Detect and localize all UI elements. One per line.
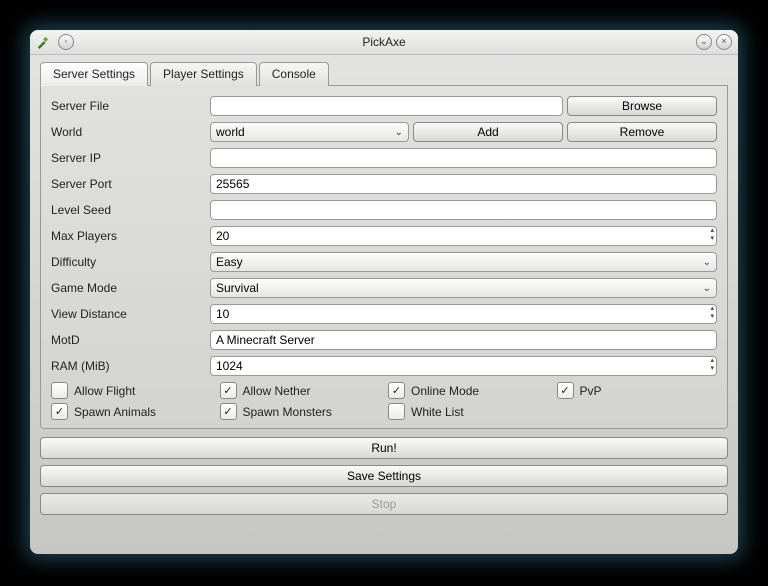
tab-console[interactable]: Console [259, 62, 329, 86]
checkbox-icon: ✓ [557, 382, 574, 399]
label-ram: RAM (MiB) [51, 359, 206, 373]
checkbox-icon: ✓ [388, 382, 405, 399]
checkbox-icon: ✓ [51, 403, 68, 420]
check-online-mode[interactable]: ✓ Online Mode [388, 382, 549, 399]
check-label: Online Mode [411, 384, 479, 398]
label-view-distance: View Distance [51, 307, 206, 321]
label-game-mode: Game Mode [51, 281, 206, 295]
check-label: PvP [580, 384, 602, 398]
window-title: PickAxe [30, 35, 738, 49]
save-settings-button[interactable]: Save Settings [40, 465, 728, 487]
world-select[interactable] [210, 122, 409, 142]
check-label: Allow Flight [74, 384, 135, 398]
minimize-button[interactable]: ⌄ [696, 34, 712, 50]
label-server-file: Server File [51, 99, 206, 113]
checkbox-icon: ✓ [220, 403, 237, 420]
server-file-input[interactable] [210, 96, 563, 116]
spinner-arrows-icon[interactable]: ▴▾ [710, 227, 714, 243]
game-mode-select[interactable] [210, 278, 717, 298]
run-button[interactable]: Run! [40, 437, 728, 459]
tab-server-settings[interactable]: Server Settings [40, 62, 148, 86]
remove-world-button[interactable]: Remove [567, 122, 717, 142]
tab-player-settings[interactable]: Player Settings [150, 62, 257, 86]
motd-input[interactable] [210, 330, 717, 350]
content-area: Server Settings Player Settings Console … [30, 55, 738, 531]
check-label: Allow Nether [243, 384, 311, 398]
difficulty-select[interactable] [210, 252, 717, 272]
server-port-input[interactable] [210, 174, 717, 194]
check-allow-nether[interactable]: ✓ Allow Nether [220, 382, 381, 399]
label-world: World [51, 125, 206, 139]
label-server-ip: Server IP [51, 151, 206, 165]
label-motd: MotD [51, 333, 206, 347]
bottom-button-bar: Run! Save Settings Stop [40, 437, 728, 515]
server-settings-panel: Server File Browse World ⌄ Add Remove Se… [40, 86, 728, 429]
check-white-list[interactable]: White List [388, 403, 549, 420]
check-spawn-animals[interactable]: ✓ Spawn Animals [51, 403, 212, 420]
max-players-spinner[interactable] [210, 226, 717, 246]
checkbox-icon [51, 382, 68, 399]
check-spawn-monsters[interactable]: ✓ Spawn Monsters [220, 403, 381, 420]
label-server-port: Server Port [51, 177, 206, 191]
checkbox-grid: Allow Flight ✓Allow Nether ✓Online Mode … [51, 382, 717, 420]
checkbox-icon [388, 403, 405, 420]
titlebar: ◦ PickAxe ⌄ × [30, 30, 738, 55]
app-icon [36, 35, 50, 49]
window-menu-button[interactable]: ◦ [58, 34, 74, 50]
label-level-seed: Level Seed [51, 203, 206, 217]
close-button[interactable]: × [716, 34, 732, 50]
view-distance-spinner[interactable] [210, 304, 717, 324]
tab-bar: Server Settings Player Settings Console [40, 61, 728, 86]
app-window: ◦ PickAxe ⌄ × Server Settings Player Set… [30, 30, 738, 554]
check-pvp[interactable]: ✓ PvP [557, 382, 718, 399]
browse-button[interactable]: Browse [567, 96, 717, 116]
check-label: Spawn Animals [74, 405, 156, 419]
ram-spinner[interactable] [210, 356, 717, 376]
stop-button[interactable]: Stop [40, 493, 728, 515]
level-seed-input[interactable] [210, 200, 717, 220]
label-difficulty: Difficulty [51, 255, 206, 269]
check-label: White List [411, 405, 464, 419]
spinner-arrows-icon[interactable]: ▴▾ [710, 357, 714, 373]
add-world-button[interactable]: Add [413, 122, 563, 142]
checkbox-icon: ✓ [220, 382, 237, 399]
server-ip-input[interactable] [210, 148, 717, 168]
label-max-players: Max Players [51, 229, 206, 243]
check-label: Spawn Monsters [243, 405, 332, 419]
check-allow-flight[interactable]: Allow Flight [51, 382, 212, 399]
spinner-arrows-icon[interactable]: ▴▾ [710, 305, 714, 321]
